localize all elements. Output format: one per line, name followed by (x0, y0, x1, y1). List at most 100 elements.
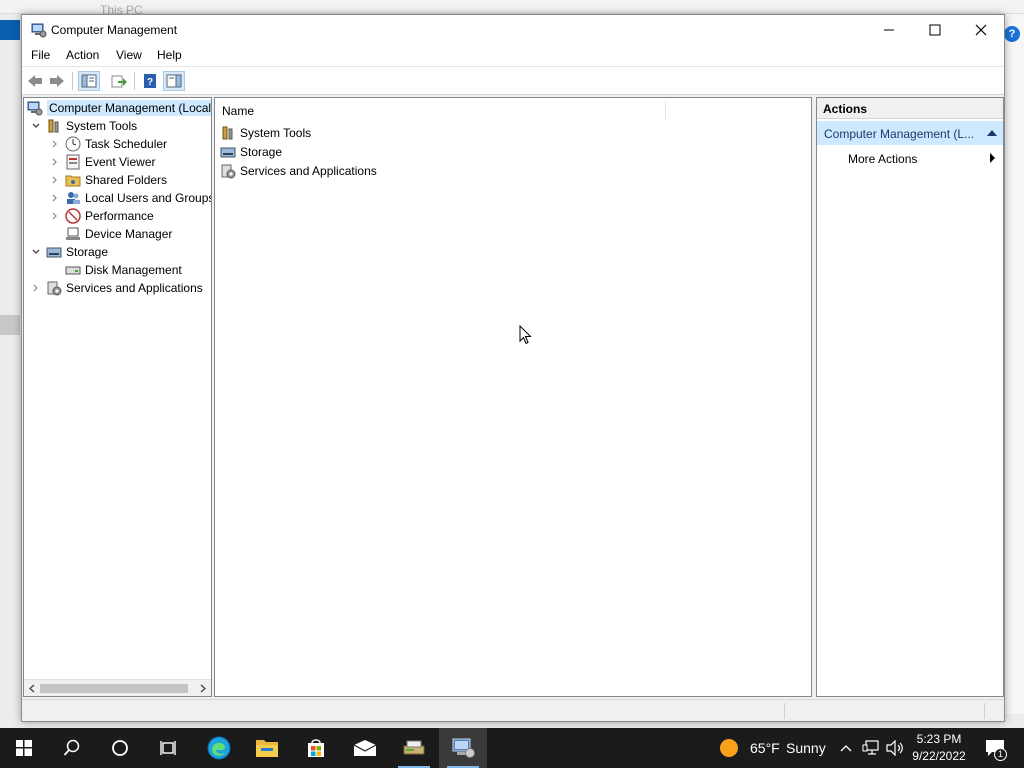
menu-view[interactable]: View (113, 48, 145, 62)
speaker-icon (886, 740, 903, 756)
column-header-name[interactable]: Name (222, 104, 254, 118)
taskbar: 65°F Sunny 5:23 PM 9/22/2022 1 (0, 728, 1024, 768)
export-list-button[interactable] (108, 71, 130, 91)
background-right-edge (1004, 14, 1024, 714)
actions-header: Actions (817, 98, 1003, 119)
toolbar-separator (134, 72, 135, 90)
minimize-button[interactable] (866, 15, 912, 45)
tree-item-root[interactable]: Computer Management (Local (27, 99, 211, 117)
tree-item-local-users[interactable]: Local Users and Groups (65, 189, 212, 207)
collapse-up-icon[interactable] (987, 130, 997, 136)
file-explorer-button[interactable] (243, 728, 291, 768)
tree-item-storage[interactable]: Storage (46, 243, 108, 261)
help-book-icon: ? (144, 74, 156, 88)
tree-item-system-tools[interactable]: System Tools (46, 117, 137, 135)
list-item[interactable]: Storage (220, 142, 282, 161)
system-tools-icon (48, 119, 59, 133)
store-button[interactable] (292, 728, 340, 768)
show-hide-tree-button[interactable] (78, 71, 100, 91)
cortana-button[interactable] (96, 728, 144, 768)
tree-item-task-scheduler[interactable]: Task Scheduler (65, 135, 167, 153)
task-view-button[interactable] (144, 728, 192, 768)
show-hidden-icons-button[interactable] (836, 728, 856, 768)
expand-chevron-icon[interactable] (50, 157, 60, 167)
maximize-button[interactable] (912, 15, 958, 45)
menu-help[interactable]: Help (154, 48, 185, 62)
tree-label: Event Viewer (85, 155, 156, 169)
network-button[interactable] (860, 728, 882, 768)
column-separator[interactable] (665, 101, 666, 119)
microsoft-store-icon (308, 739, 324, 757)
horizontal-scrollbar[interactable] (24, 679, 211, 696)
action-center-button[interactable]: 1 (978, 728, 1012, 768)
volume-button[interactable] (884, 728, 906, 768)
tree-item-performance[interactable]: Performance (65, 207, 154, 225)
forward-button[interactable] (46, 71, 68, 91)
list-item[interactable]: Services and Applications (220, 161, 377, 180)
statusbar-separator (984, 703, 985, 719)
expand-chevron-icon[interactable] (50, 193, 60, 203)
clock-icon (65, 136, 81, 152)
storage-icon (46, 247, 62, 258)
show-hide-action-pane-button[interactable] (163, 71, 185, 91)
collapse-chevron-icon[interactable] (31, 121, 41, 131)
search-button[interactable] (48, 728, 96, 768)
search-icon (63, 739, 80, 756)
back-button[interactable] (24, 71, 46, 91)
device-manager-icon (66, 227, 80, 240)
titlebar[interactable]: Computer Management (22, 15, 1004, 45)
minimize-icon (884, 29, 894, 31)
results-pane: Name System Tools Storage Services and A… (214, 97, 812, 697)
background-titlebar: This PC (0, 0, 1024, 17)
tree-label: Shared Folders (85, 173, 168, 187)
mail-icon (353, 740, 377, 756)
expand-chevron-icon[interactable] (50, 175, 60, 185)
actions-pane: Actions Computer Management (L... More A… (816, 97, 1004, 697)
expand-chevron-icon[interactable] (50, 139, 60, 149)
close-button[interactable] (958, 15, 1004, 45)
help-button[interactable]: ? (139, 71, 161, 91)
edge-browser-icon (207, 736, 231, 760)
toolbar-separator (72, 72, 73, 90)
clock-date[interactable]: 9/22/2022 (906, 749, 972, 763)
computer-management-taskbar-button[interactable] (439, 728, 487, 768)
windows-logo-icon (16, 740, 32, 756)
weather-description[interactable]: Sunny (786, 740, 826, 756)
scrollbar-thumb[interactable] (40, 684, 188, 693)
clock-time[interactable]: 5:23 PM (906, 732, 972, 746)
shared-folder-icon (65, 175, 81, 187)
start-button[interactable] (0, 728, 48, 768)
tree-item-services-apps[interactable]: Services and Applications (46, 279, 203, 297)
edge-button[interactable] (195, 728, 243, 768)
actions-section-computer-management[interactable]: Computer Management (L... (817, 121, 1003, 145)
background-scroll-segment (0, 315, 20, 335)
menu-file[interactable]: File (28, 48, 53, 62)
collapse-chevron-icon[interactable] (31, 247, 41, 257)
computer-management-icon (27, 101, 43, 116)
tree-item-shared-folders[interactable]: Shared Folders (65, 171, 167, 189)
services-icon (221, 164, 236, 178)
toolbar: ? (22, 66, 1004, 95)
tree-item-event-viewer[interactable]: Event Viewer (65, 153, 155, 171)
list-item[interactable]: System Tools (220, 123, 311, 142)
disk-app-button[interactable] (390, 728, 438, 768)
tree-label: Task Scheduler (85, 137, 168, 151)
event-viewer-icon (66, 154, 80, 170)
chevron-up-icon (840, 745, 852, 752)
tree-label: Local Users and Groups (85, 191, 212, 205)
weather-icon-button[interactable] (714, 728, 744, 768)
weather-temp[interactable]: 65°F (750, 740, 780, 756)
expand-chevron-icon[interactable] (50, 211, 60, 221)
mail-button[interactable] (341, 728, 389, 768)
action-pane-icon (166, 74, 182, 88)
expand-chevron-icon[interactable] (31, 283, 41, 293)
console-tree-icon (81, 74, 97, 88)
tree-item-disk-management[interactable]: Disk Management (65, 261, 182, 279)
mouse-cursor-icon (519, 325, 532, 345)
more-actions-item[interactable]: More Actions (817, 147, 1003, 169)
help-icon[interactable]: ? (1004, 26, 1020, 42)
scroll-right-icon[interactable] (199, 684, 207, 693)
tree-item-device-manager[interactable]: Device Manager (65, 225, 172, 243)
scroll-left-icon[interactable] (28, 684, 36, 693)
menu-action[interactable]: Action (63, 48, 102, 62)
